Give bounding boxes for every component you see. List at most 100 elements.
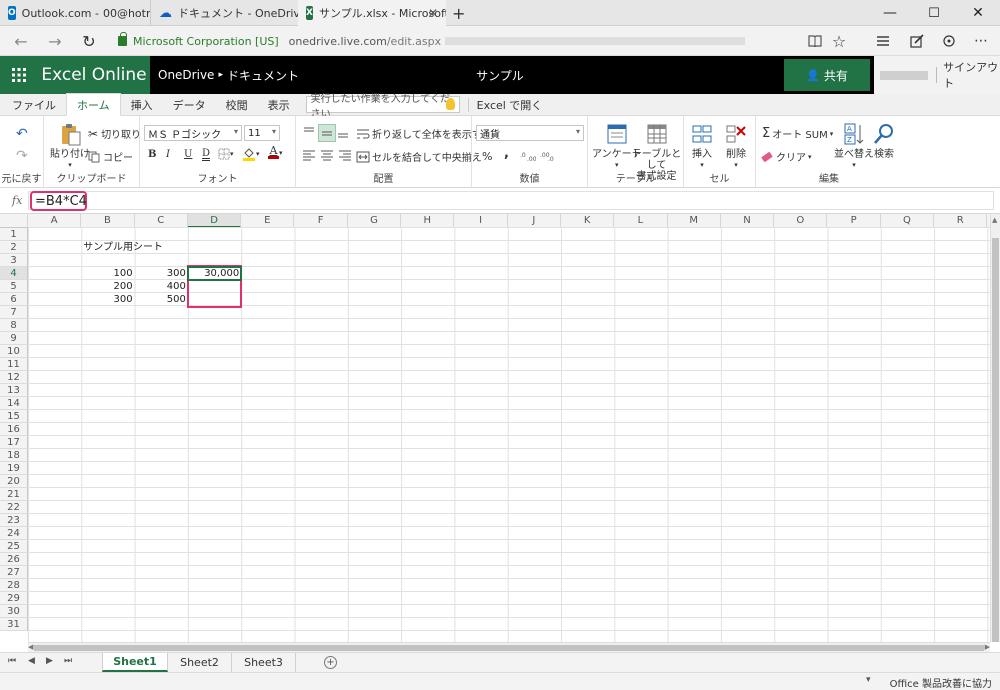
url-host: onedrive.live.com: [288, 34, 387, 48]
reading-view-icon[interactable]: [804, 30, 826, 52]
web-note-icon[interactable]: [906, 30, 928, 52]
minimize-button[interactable]: —: [868, 0, 912, 26]
url-field[interactable]: Microsoft Corporation [US] onedrive.live…: [118, 30, 818, 52]
align-bottom-button[interactable]: [336, 125, 350, 139]
last-sheet-icon[interactable]: ⏭: [64, 656, 72, 666]
comma-button[interactable]: ,: [504, 146, 509, 161]
refresh-button[interactable]: ↻: [78, 30, 100, 52]
delete-cells-button[interactable]: 削除 ▾: [724, 122, 748, 171]
paint-bucket-icon: [243, 148, 255, 161]
italic-button[interactable]: I: [166, 149, 170, 160]
horizontal-scroll-thumb[interactable]: [34, 645, 984, 651]
status-chevron-icon[interactable]: ▾: [866, 675, 871, 685]
horizontal-scrollbar[interactable]: ◀ ▶: [28, 642, 990, 652]
align-top-button[interactable]: [302, 125, 316, 139]
tell-me-placeholder: 実行したい作業を入力してください: [310, 93, 451, 120]
autosum-button[interactable]: Σ オート SUM ▾: [762, 126, 833, 141]
tab-data[interactable]: データ: [163, 94, 216, 116]
cell-c4[interactable]: 300: [135, 267, 188, 280]
sheet-tab-sheet2[interactable]: Sheet2: [168, 653, 232, 672]
fill-color-button[interactable]: ▾: [242, 147, 260, 161]
decrease-decimal-button[interactable]: .00.0: [540, 149, 556, 161]
breadcrumb-onedrive[interactable]: OneDrive: [158, 68, 214, 82]
outlook-icon: O: [8, 6, 16, 20]
more-icon[interactable]: ⋯: [970, 30, 992, 52]
back-button[interactable]: ←: [10, 30, 32, 52]
font-size-select[interactable]: 11: [244, 125, 280, 141]
cell-b6[interactable]: 300: [81, 293, 134, 306]
formula-input-box[interactable]: [28, 191, 994, 210]
sheet-tab-sheet3[interactable]: Sheet3: [232, 653, 296, 672]
share-button[interactable]: 👤 共有: [784, 59, 870, 91]
browser-tab-excel[interactable]: X サンプル.xlsx - Microsoft E ✕: [298, 0, 446, 26]
copy-button[interactable]: コピー: [88, 149, 133, 164]
increase-decimal-button[interactable]: .0.00: [520, 149, 536, 161]
breadcrumb-documents[interactable]: ドキュメント: [227, 67, 299, 84]
align-middle-button[interactable]: [318, 124, 336, 142]
underline-button[interactable]: U: [184, 149, 192, 160]
vertical-scrollbar[interactable]: ▲: [990, 214, 1000, 642]
address-bar: ← → ↻ Microsoft Corporation [US] onedriv…: [0, 26, 1000, 56]
bold-button[interactable]: B: [148, 149, 156, 160]
tab-review[interactable]: 校閲: [216, 94, 258, 116]
tab-insert[interactable]: 挿入: [121, 94, 163, 116]
document-title[interactable]: サンプル: [470, 56, 530, 94]
font-name-select[interactable]: ＭＳ Ｐゴシック: [144, 125, 242, 141]
redo-icon[interactable]: ↷: [16, 148, 28, 164]
borders-button[interactable]: ▾: [218, 148, 234, 160]
close-window-button[interactable]: ✕: [956, 0, 1000, 26]
new-tab-button[interactable]: +: [446, 0, 470, 26]
double-underline-button[interactable]: D: [202, 149, 211, 161]
tell-me-input[interactable]: 実行したい作業を入力してください: [305, 94, 460, 120]
forward-button[interactable]: →: [44, 30, 66, 52]
tab-view[interactable]: 表示: [258, 94, 300, 116]
sheet-tab-sheet1[interactable]: Sheet1: [102, 653, 168, 672]
excel-brand[interactable]: Excel Online: [38, 56, 150, 94]
hub-icon[interactable]: [872, 30, 894, 52]
tab-file[interactable]: ファイル: [0, 94, 66, 116]
status-bar: ▾ Office 製品改善に協力: [0, 672, 1000, 690]
cell-b2[interactable]: サンプル用シート: [81, 241, 165, 254]
cell-c6[interactable]: 500: [135, 293, 188, 306]
number-format-select[interactable]: 通貨: [476, 125, 584, 141]
active-cell-cursor[interactable]: [186, 266, 243, 281]
clear-button[interactable]: クリア ▾: [761, 149, 812, 164]
next-sheet-icon[interactable]: ▶: [46, 656, 53, 666]
fx-icon[interactable]: fx: [12, 194, 22, 207]
spreadsheet-grid[interactable]: ABCDEFGHIJKLMNOPQR 1 2 3 4 5 6 7 8 9 10 11 12 13 14 15…: [0, 214, 990, 642]
scroll-left-icon[interactable]: ◀: [28, 643, 33, 651]
font-color-button[interactable]: A ▾: [268, 145, 283, 159]
sort-button[interactable]: AZ 並べ替え ▾: [834, 122, 874, 171]
share-icon[interactable]: [938, 30, 960, 52]
cell-c5[interactable]: 400: [135, 280, 188, 293]
app-launcher-icon[interactable]: [0, 56, 38, 94]
tab-home[interactable]: ホーム: [66, 93, 121, 116]
favorite-star-icon[interactable]: ☆: [828, 30, 850, 52]
maximize-button[interactable]: ☐: [912, 0, 956, 26]
vertical-scroll-thumb[interactable]: [992, 238, 999, 642]
open-in-excel-button[interactable]: Excel で開く: [477, 94, 543, 116]
undo-icon[interactable]: ↶: [16, 126, 28, 142]
insert-cells-button[interactable]: 挿入 ▾: [690, 122, 714, 171]
percent-button[interactable]: %: [482, 150, 492, 163]
scroll-right-icon[interactable]: ▶: [985, 643, 990, 651]
first-sheet-icon[interactable]: ⏮: [8, 656, 16, 666]
align-left-button[interactable]: [302, 149, 316, 161]
merge-center-button[interactable]: セルを結合して中央揃え: [356, 149, 482, 164]
prev-sheet-icon[interactable]: ◀: [28, 656, 35, 666]
signout-link[interactable]: サインアウト: [943, 59, 1000, 91]
paste-button[interactable]: 貼り付け ▾: [50, 122, 90, 171]
feedback-link[interactable]: Office 製品改善に協力: [890, 675, 992, 690]
scroll-up-icon[interactable]: ▲: [992, 216, 997, 224]
formula-input[interactable]: =B4*C4: [30, 191, 87, 211]
find-button[interactable]: 検索: [872, 122, 896, 160]
browser-tab-onedrive[interactable]: ☁ ドキュメント - OneDrive: [150, 0, 298, 26]
cell-b5[interactable]: 200: [81, 280, 134, 293]
browser-tab-outlook[interactable]: O Outlook.com - 00@hotr: [0, 0, 150, 26]
add-sheet-button[interactable]: +: [324, 656, 337, 669]
align-center-button[interactable]: [320, 149, 334, 161]
cut-button[interactable]: ✂ 切り取り: [88, 126, 141, 142]
align-right-button[interactable]: [338, 149, 352, 161]
cell-b4[interactable]: 100: [81, 267, 134, 280]
tab-close-icon[interactable]: ✕: [428, 6, 438, 20]
